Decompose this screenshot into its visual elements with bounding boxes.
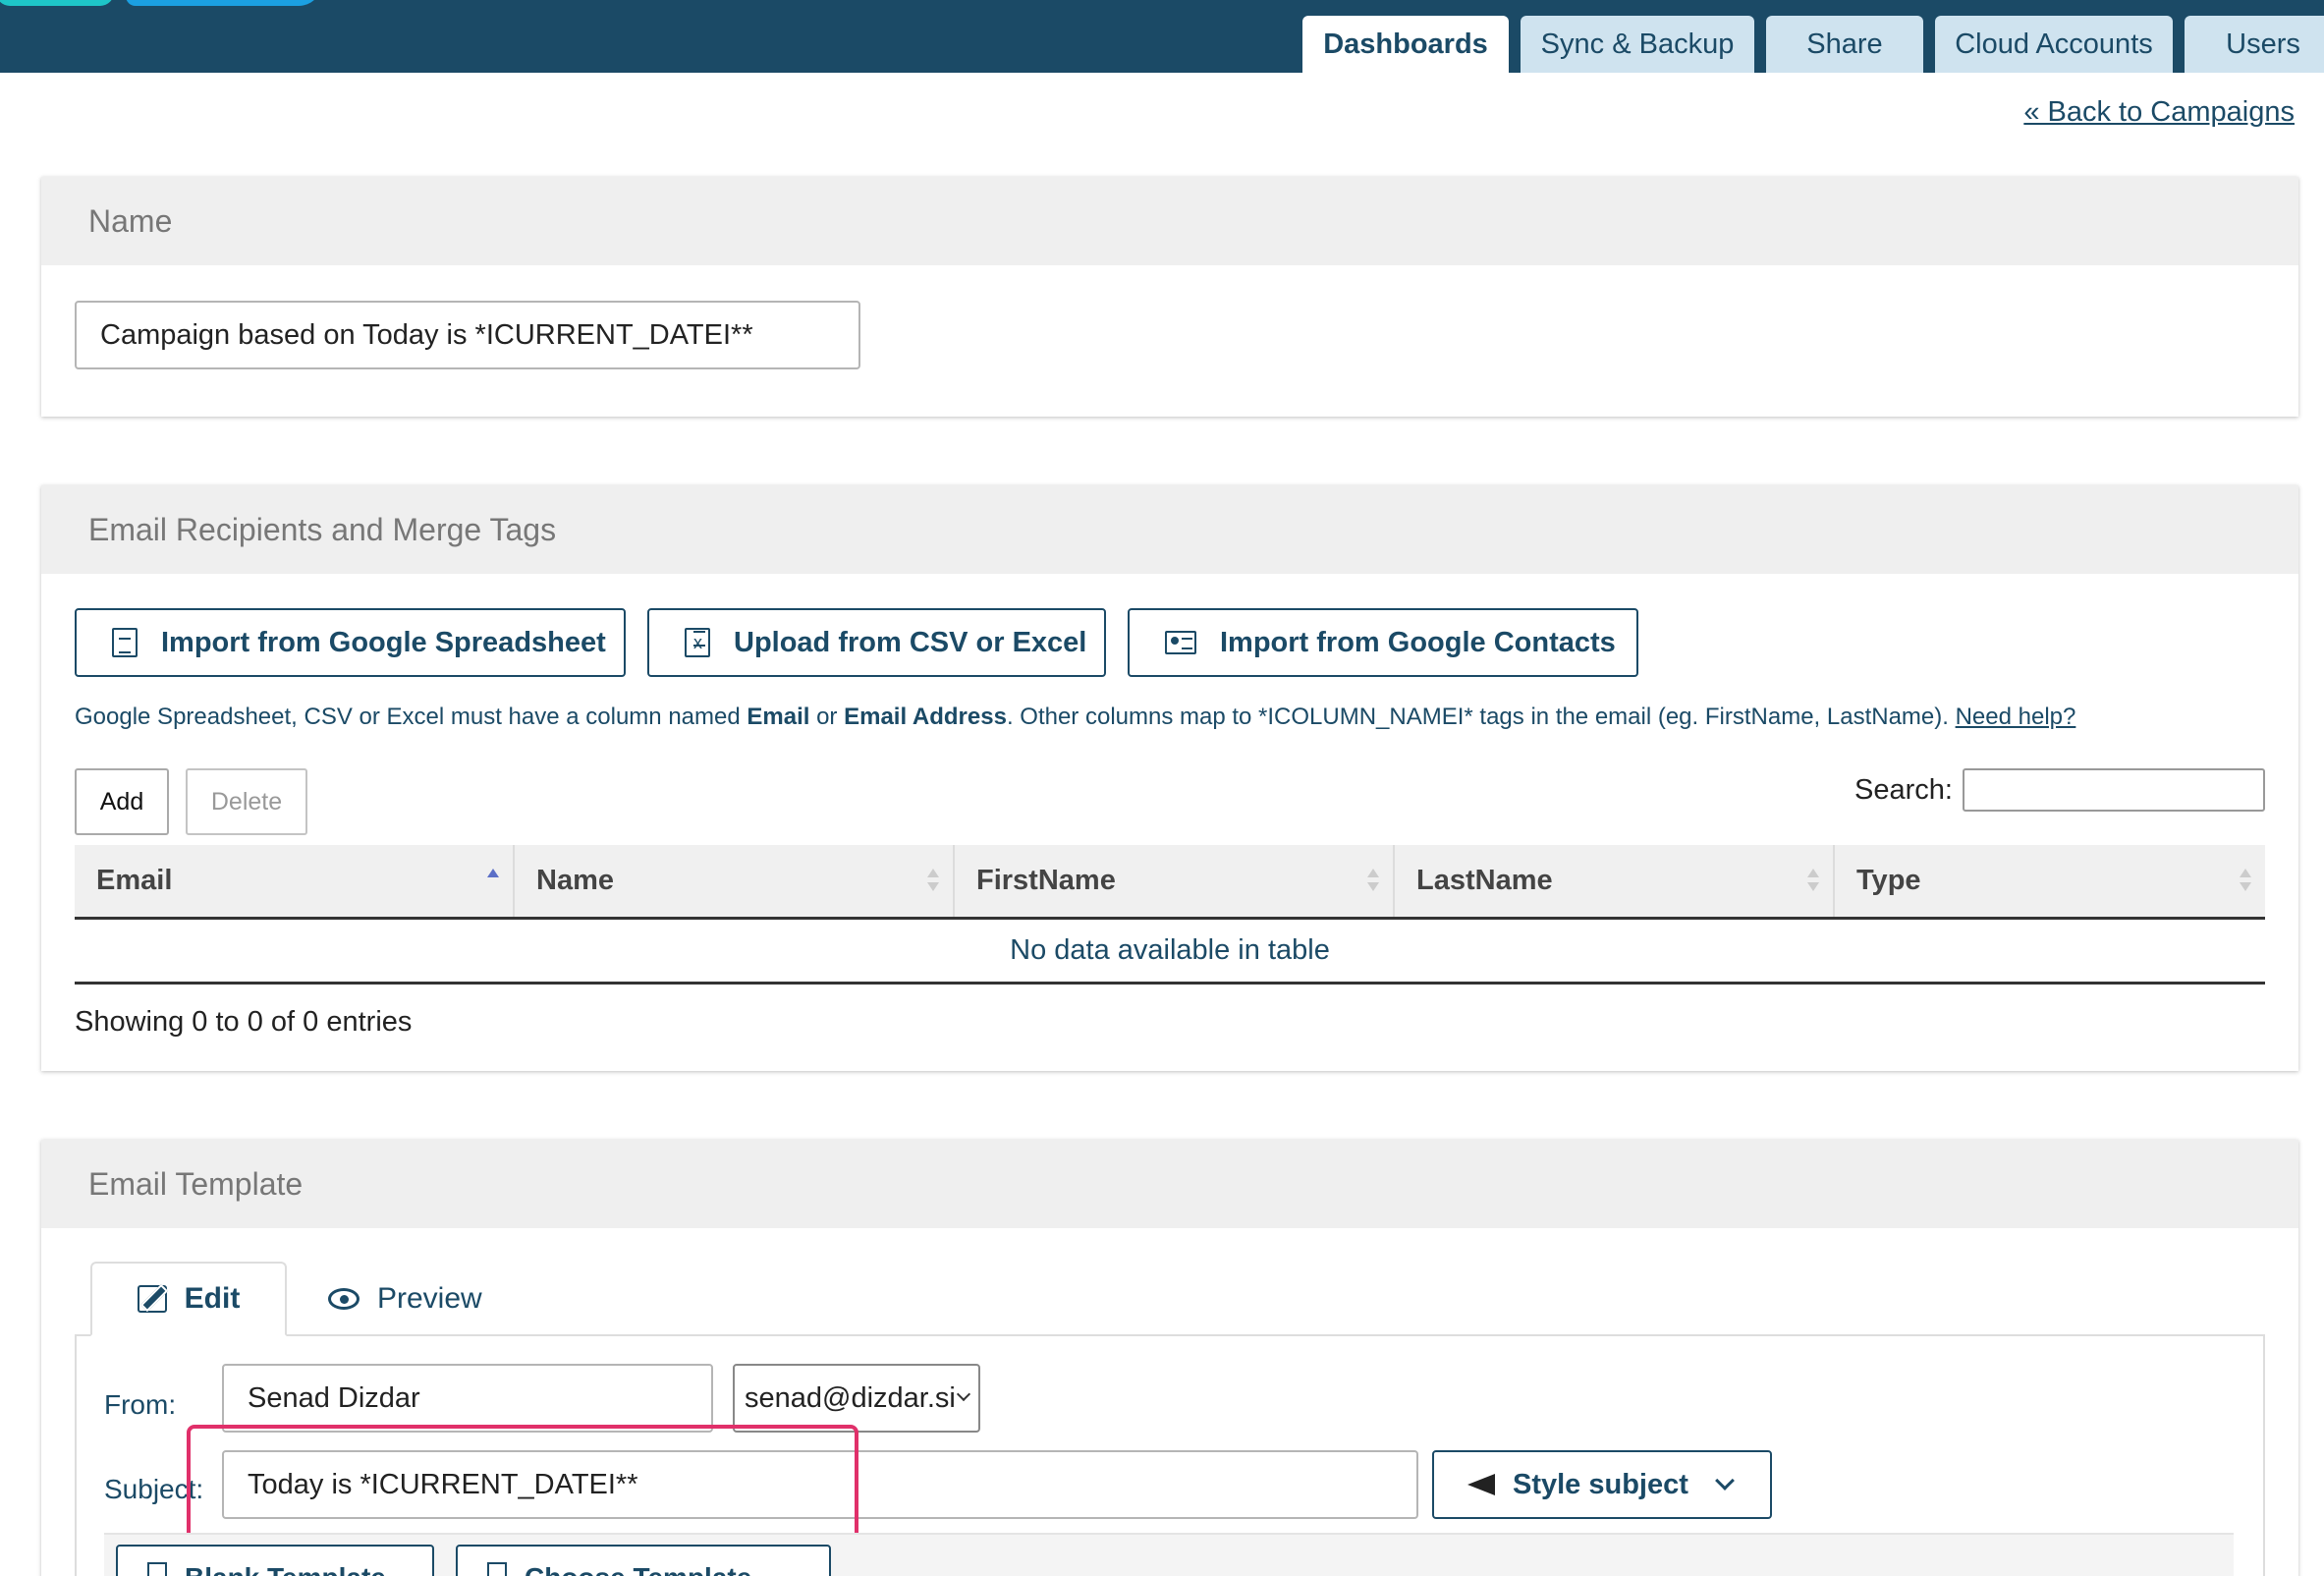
tab-edit-label: Edit bbox=[184, 1282, 241, 1315]
sort-ascending-icon bbox=[487, 869, 499, 894]
from-name-input[interactable]: Senad Dizdar bbox=[222, 1364, 713, 1433]
tab-preview-label: Preview bbox=[377, 1282, 482, 1315]
column-header-email[interactable]: Email bbox=[75, 845, 513, 917]
sort-icon bbox=[927, 869, 939, 894]
column-type-label: Type bbox=[1856, 865, 1921, 896]
chevron-down-icon bbox=[956, 1386, 971, 1402]
recipients-panel-title: Email Recipients and Merge Tags bbox=[41, 485, 2298, 574]
name-panel: Name bbox=[41, 177, 2298, 417]
choose-template-button[interactable]: Choose Template bbox=[456, 1545, 831, 1576]
email-template-panel-title: Email Template bbox=[41, 1140, 2298, 1228]
info-text-part1: Google Spreadsheet, CSV or Excel must ha… bbox=[75, 704, 747, 730]
back-to-campaigns-link[interactable]: « Back to Campaigns bbox=[2023, 96, 2295, 129]
tab-edit[interactable]: Edit bbox=[90, 1262, 287, 1336]
choose-template-label: Choose Template bbox=[525, 1562, 751, 1576]
info-text-part2: . Other columns map to *ICOLUMN_NAMEI* t… bbox=[1006, 704, 1956, 730]
eye-icon bbox=[328, 1288, 360, 1310]
file-icon bbox=[487, 1562, 507, 1576]
import-info-text: Google Spreadsheet, CSV or Excel must ha… bbox=[75, 704, 2075, 731]
import-google-spreadsheet-button[interactable]: Import from Google Spreadsheet bbox=[75, 608, 626, 677]
tab-share[interactable]: Share bbox=[1766, 16, 1923, 73]
column-header-name[interactable]: Name bbox=[513, 845, 953, 917]
column-header-lastname[interactable]: LastName bbox=[1393, 845, 1833, 917]
table-entries-info: Showing 0 to 0 of 0 entries bbox=[75, 1006, 413, 1038]
megaphone-icon bbox=[1467, 1472, 1499, 1497]
column-header-type[interactable]: Type bbox=[1833, 845, 2265, 917]
info-email-term: Email bbox=[747, 704, 810, 730]
table-empty-message: No data available in table bbox=[75, 920, 2265, 985]
campaign-name-input[interactable]: Campaign based on Today is *ICURRENT_DAT… bbox=[75, 301, 860, 369]
top-navigation-bar: Dashboards Sync & Backup Share Cloud Acc… bbox=[0, 0, 2324, 73]
style-subject-button[interactable]: Style subject bbox=[1432, 1450, 1772, 1519]
from-label: From: bbox=[104, 1389, 177, 1420]
subject-highlight-annotation bbox=[187, 1425, 858, 1550]
spreadsheet-icon bbox=[112, 628, 138, 657]
import-google-contacts-button[interactable]: Import from Google Contacts bbox=[1128, 608, 1638, 677]
upload-csv-excel-button[interactable]: Upload from CSV or Excel bbox=[647, 608, 1106, 677]
sort-icon bbox=[1807, 869, 1819, 894]
from-email-select[interactable]: senad@dizdar.si bbox=[733, 1364, 980, 1433]
column-lastname-label: LastName bbox=[1416, 865, 1553, 896]
chevron-down-icon bbox=[1715, 1471, 1735, 1491]
search-input[interactable] bbox=[1963, 768, 2265, 812]
tab-preview[interactable]: Preview bbox=[328, 1262, 505, 1336]
blank-template-button[interactable]: Blank Template bbox=[116, 1545, 434, 1576]
edit-icon bbox=[137, 1285, 167, 1313]
contact-card-icon bbox=[1165, 631, 1196, 654]
name-panel-title: Name bbox=[41, 177, 2298, 265]
tab-cloud-accounts[interactable]: Cloud Accounts bbox=[1935, 16, 2173, 73]
column-email-label: Email bbox=[96, 865, 173, 896]
excel-file-icon bbox=[685, 628, 710, 657]
tab-dashboards[interactable]: Dashboards bbox=[1302, 16, 1509, 73]
from-email-value: senad@dizdar.si bbox=[745, 1381, 956, 1414]
tab-users[interactable]: Users bbox=[2185, 16, 2324, 73]
blank-template-label: Blank Template bbox=[185, 1562, 386, 1576]
info-or: or bbox=[809, 704, 845, 730]
sort-icon bbox=[1367, 869, 1379, 894]
delete-recipient-button[interactable]: Delete bbox=[186, 768, 307, 835]
file-icon bbox=[147, 1562, 167, 1576]
need-help-link[interactable]: Need help? bbox=[1956, 704, 2076, 730]
search-label: Search: bbox=[1854, 774, 1953, 806]
style-subject-label: Style subject bbox=[1513, 1468, 1688, 1500]
info-email-address-term: Email Address bbox=[844, 704, 1007, 730]
column-name-label: Name bbox=[536, 865, 614, 896]
column-header-firstname[interactable]: FirstName bbox=[953, 845, 1393, 917]
recipients-table-header: Email Name FirstName LastName Type bbox=[75, 845, 2265, 920]
add-recipient-button[interactable]: Add bbox=[75, 768, 169, 835]
app-logo[interactable] bbox=[0, 0, 324, 14]
import-contacts-label: Import from Google Contacts bbox=[1220, 626, 1616, 658]
sort-icon bbox=[2240, 869, 2251, 894]
tab-sync-backup[interactable]: Sync & Backup bbox=[1521, 16, 1754, 73]
upload-csv-label: Upload from CSV or Excel bbox=[734, 626, 1087, 658]
column-firstname-label: FirstName bbox=[976, 865, 1116, 896]
import-spreadsheet-label: Import from Google Spreadsheet bbox=[161, 626, 606, 658]
